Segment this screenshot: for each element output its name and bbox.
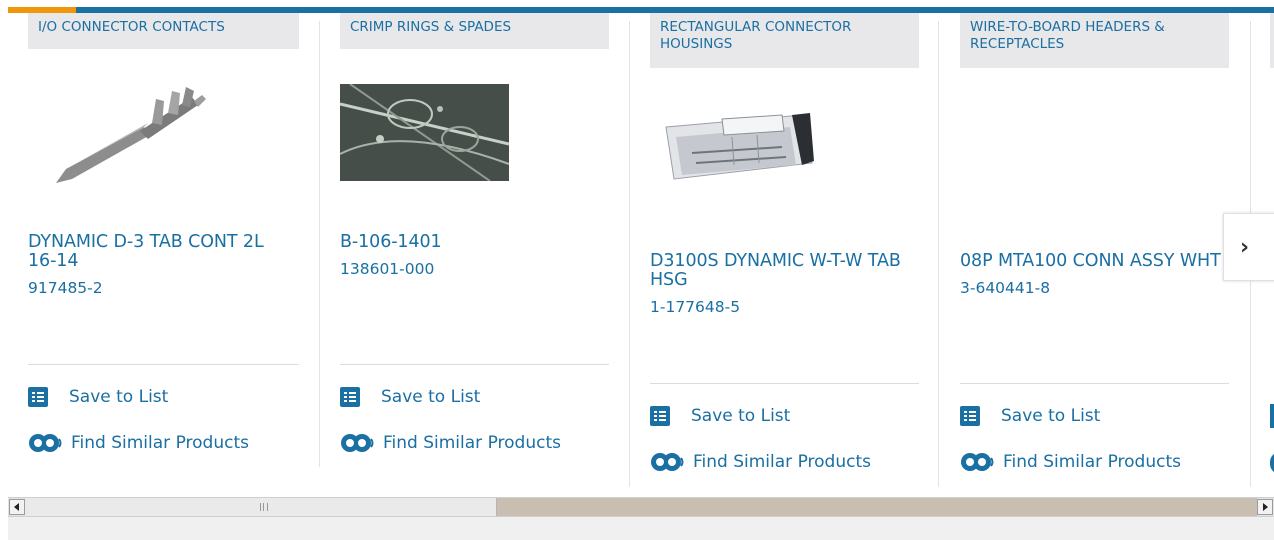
product-info: D3100S DYNAMIC W-T-W TAB HSG 1-177648-5 [650,252,912,317]
product-card: I/O CONNECTOR CONTACTS DYNAMIC D-3 TAB C… [28,13,299,453]
checklist-icon [28,387,48,407]
checklist-icon [650,406,670,426]
category-label[interactable]: RECTANGULAR CONNECTOR HOUSINGS [650,13,919,68]
product-info: 08P MTA100 CONN ASSY WHT 3-640441-8 [960,252,1222,298]
product-card: RECTANGULAR CONNECTOR HOUSINGS D3100S DY… [650,13,919,472]
find-similar-label: Find Similar Products [383,433,561,453]
save-to-list-button[interactable]: Save to List [960,406,1100,426]
find-similar-button[interactable] [1270,452,1274,474]
save-to-list-label: Save to List [691,406,791,426]
save-to-list-label: Save to List [69,387,169,407]
find-similar-button[interactable]: Find Similar Products [340,431,561,455]
card-divider [28,364,299,365]
product-image[interactable] [662,109,814,185]
category-label[interactable] [1270,13,1274,68]
product-title[interactable]: 08P MTA100 CONN ASSY WHT [960,252,1222,271]
scrollbar-thumb[interactable] [25,498,497,516]
find-similar-label: Find Similar Products [71,433,249,453]
find-similar-icon [961,453,994,471]
part-number[interactable]: 3-640441-8 [960,279,1222,297]
chevron-right-icon: › [1240,234,1250,260]
save-to-list-button[interactable] [1270,404,1274,428]
part-number[interactable]: 917485-2 [28,279,288,297]
category-label[interactable]: CRIMP RINGS & SPADES [340,13,609,49]
column-divider [629,21,630,487]
scroll-right-arrow-icon[interactable] [1257,499,1273,515]
part-number[interactable]: 1-177648-5 [650,298,912,316]
product-image[interactable] [340,84,509,181]
product-image[interactable] [52,83,212,193]
column-divider [319,21,320,467]
product-card: WIRE-TO-BOARD HEADERS & RECEPTACLES 08P … [960,13,1229,472]
find-similar-button[interactable]: Find Similar Products [28,431,249,455]
card-divider [960,383,1229,384]
find-similar-icon [651,453,684,471]
product-carousel: I/O CONNECTOR CONTACTS DYNAMIC D-3 TAB C… [8,13,1274,497]
scroll-left-arrow-icon[interactable] [9,499,25,515]
find-similar-icon [341,434,374,452]
save-to-list-label: Save to List [1001,406,1101,426]
save-to-list-button[interactable]: Save to List [340,387,480,407]
save-to-list-label: Save to List [381,387,481,407]
column-divider [938,21,939,487]
carousel-next-button[interactable]: › [1223,213,1274,281]
product-title[interactable]: B-106-1401 [340,233,600,252]
find-similar-label: Find Similar Products [1003,452,1181,472]
checklist-icon [960,406,980,426]
card-divider [650,383,919,384]
find-similar-button[interactable]: Find Similar Products [650,450,871,474]
save-to-list-button[interactable]: Save to List [28,387,168,407]
product-info: B-106-1401 138601-000 [340,233,600,279]
product-card-partial [1270,13,1274,474]
product-card: CRIMP RINGS & SPADES B-106-1401 138601-0… [340,13,609,453]
scrollbar-track[interactable] [497,498,1257,516]
find-similar-label: Find Similar Products [693,452,871,472]
product-info: DYNAMIC D-3 TAB CONT 2L 16-14 917485-2 [28,233,288,298]
checklist-icon [340,387,360,407]
footer-band [8,517,1274,540]
find-similar-button[interactable]: Find Similar Products [960,450,1181,474]
product-title[interactable]: D3100S DYNAMIC W-T-W TAB HSG [650,252,912,290]
save-to-list-button[interactable]: Save to List [650,406,790,426]
card-divider [340,364,609,365]
find-similar-icon [29,434,62,452]
horizontal-scrollbar[interactable] [8,497,1274,517]
part-number[interactable]: 138601-000 [340,260,600,278]
category-label[interactable]: I/O CONNECTOR CONTACTS [28,13,299,49]
category-label[interactable]: WIRE-TO-BOARD HEADERS & RECEPTACLES [960,13,1229,68]
product-title[interactable]: DYNAMIC D-3 TAB CONT 2L 16-14 [28,233,288,271]
